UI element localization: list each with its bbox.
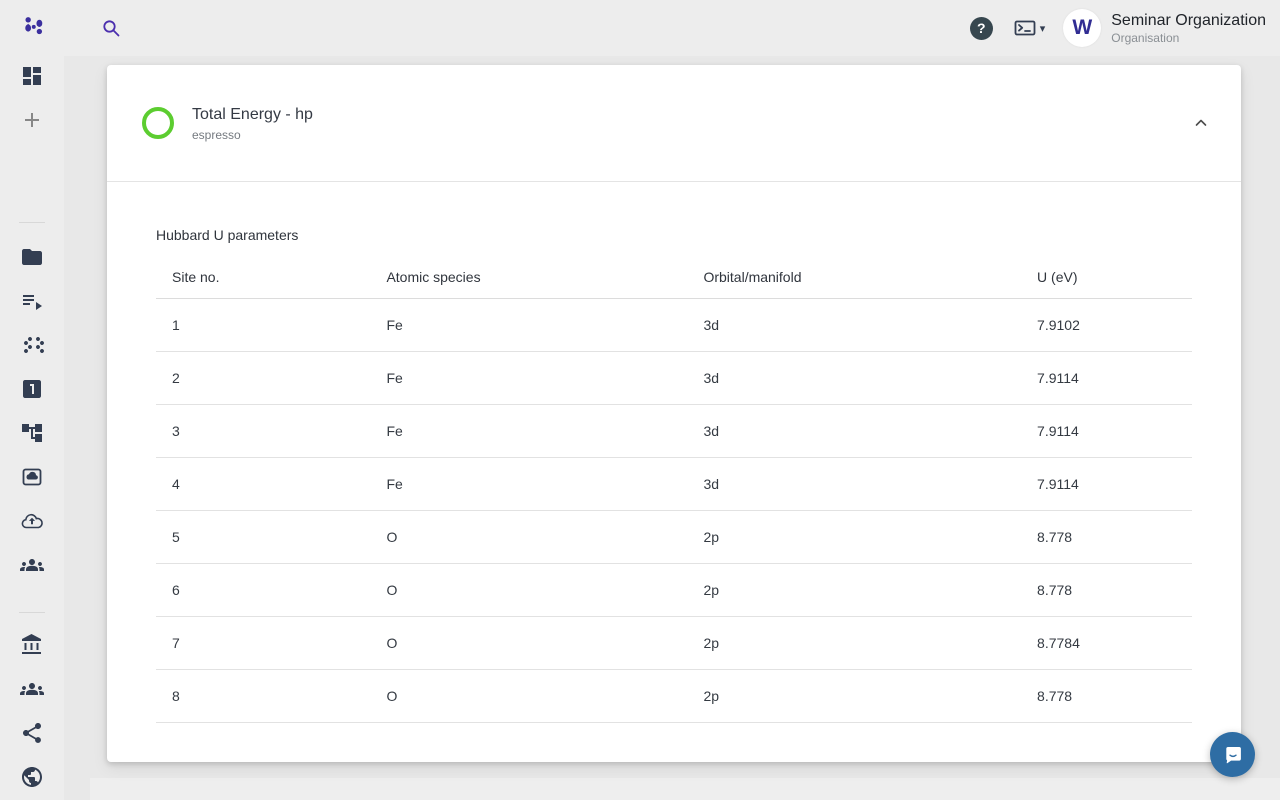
card-titles: Total Energy - hp espresso [192, 104, 1189, 143]
org-name: Seminar Organization [1111, 11, 1266, 31]
table-row: 2Fe3d7.9114 [156, 351, 1192, 404]
table-row: 1Fe3d7.9102 [156, 298, 1192, 351]
table-cell: 3 [156, 404, 370, 457]
tree-icon[interactable] [20, 421, 44, 445]
card-body: Hubbard U parameters Site no.Atomic spec… [107, 225, 1241, 723]
table-cell: 5 [156, 510, 370, 563]
table-cell: 8.778 [1021, 669, 1192, 722]
table-cell: Fe [370, 457, 687, 510]
table-cell: 4 [156, 457, 370, 510]
cloud-upload-icon[interactable] [20, 509, 44, 533]
folder-icon[interactable] [20, 245, 44, 269]
table-cell: 7.9114 [1021, 457, 1192, 510]
column-header: U (eV) [1021, 257, 1192, 298]
topbar-right-cluster: ? ▾ W Seminar Organization Organisation [970, 0, 1266, 56]
table-row: 6O2p8.778 [156, 563, 1192, 616]
share-icon[interactable] [20, 721, 44, 745]
table-row: 5O2p8.778 [156, 510, 1192, 563]
molecule-logo[interactable] [20, 14, 48, 42]
cloud-box-icon[interactable] [20, 465, 44, 489]
sidebar-divider [19, 222, 45, 223]
dashboard-icon[interactable] [20, 64, 44, 88]
avatar-letter: W [1072, 16, 1092, 40]
next-card-peek [90, 778, 1280, 800]
table-cell: O [370, 510, 687, 563]
playlist-play-icon[interactable] [20, 289, 44, 313]
table-row: 7O2p8.7784 [156, 616, 1192, 669]
chat-bubble-icon[interactable] [1210, 732, 1255, 777]
table-cell: Fe [370, 404, 687, 457]
status-ring-icon [142, 107, 174, 139]
table-cell: 7.9114 [1021, 351, 1192, 404]
table-cell: O [370, 563, 687, 616]
card-title: Total Energy - hp [192, 104, 1189, 125]
search-icon[interactable] [99, 16, 123, 40]
table-cell: 8 [156, 669, 370, 722]
groups-icon[interactable] [20, 553, 44, 577]
table-cell: 6 [156, 563, 370, 616]
hubbard-table: Site no.Atomic speciesOrbital/manifoldU … [156, 257, 1192, 723]
table-cell: 8.7784 [1021, 616, 1192, 669]
table-body: 1Fe3d7.91022Fe3d7.91143Fe3d7.91144Fe3d7.… [156, 298, 1192, 722]
section-title: Hubbard U parameters [156, 225, 1192, 245]
table-cell: 2p [687, 510, 1021, 563]
sidebar-divider [19, 612, 45, 613]
org-subtitle: Organisation [1111, 31, 1266, 46]
table-cell: Fe [370, 298, 687, 351]
card-subtitle: espresso [192, 127, 1189, 143]
top-app-bar: ? ▾ W Seminar Organization Organisation [0, 0, 1280, 56]
table-cell: 2 [156, 351, 370, 404]
help-icon[interactable]: ? [970, 17, 993, 40]
chevron-up-icon[interactable] [1189, 111, 1213, 135]
table-cell: 3d [687, 351, 1021, 404]
table-cell: 3d [687, 404, 1021, 457]
sidebar-nav [0, 56, 64, 800]
table-row: 3Fe3d7.9114 [156, 404, 1192, 457]
table-cell: 2p [687, 669, 1021, 722]
grain-icon[interactable] [20, 333, 44, 357]
table-cell: 7.9102 [1021, 298, 1192, 351]
column-header: Orbital/manifold [687, 257, 1021, 298]
table-cell: O [370, 616, 687, 669]
table-cell: 3d [687, 457, 1021, 510]
chevron-down-icon: ▾ [1040, 22, 1046, 35]
table-cell: 7.9114 [1021, 404, 1192, 457]
terminal-dropdown-icon[interactable]: ▾ [1013, 16, 1046, 40]
table-cell: 7 [156, 616, 370, 669]
org-switcher[interactable]: Seminar Organization Organisation [1111, 11, 1266, 46]
table-cell: O [370, 669, 687, 722]
table-cell: 8.778 [1021, 510, 1192, 563]
table-cell: 2p [687, 563, 1021, 616]
main-content: Total Energy - hp espresso Hubbard U par… [64, 56, 1280, 800]
table-cell: 3d [687, 298, 1021, 351]
avatar[interactable]: W [1063, 9, 1101, 47]
table-row: 8O2p8.778 [156, 669, 1192, 722]
number-one-icon[interactable] [20, 377, 44, 401]
table-cell: Fe [370, 351, 687, 404]
column-header: Atomic species [370, 257, 687, 298]
process-card-header[interactable]: Total Energy - hp espresso [107, 65, 1241, 181]
table-cell: 8.778 [1021, 563, 1192, 616]
table-header-row: Site no.Atomic speciesOrbital/manifoldU … [156, 257, 1192, 298]
process-card: Total Energy - hp espresso Hubbard U par… [107, 65, 1241, 762]
table-cell: 2p [687, 616, 1021, 669]
bank-icon[interactable] [20, 633, 44, 657]
people-icon[interactable] [20, 677, 44, 701]
add-icon[interactable] [20, 108, 44, 132]
table-cell: 1 [156, 298, 370, 351]
card-divider [107, 181, 1241, 182]
column-header: Site no. [156, 257, 370, 298]
table-row: 4Fe3d7.9114 [156, 457, 1192, 510]
globe-icon[interactable] [20, 765, 44, 789]
